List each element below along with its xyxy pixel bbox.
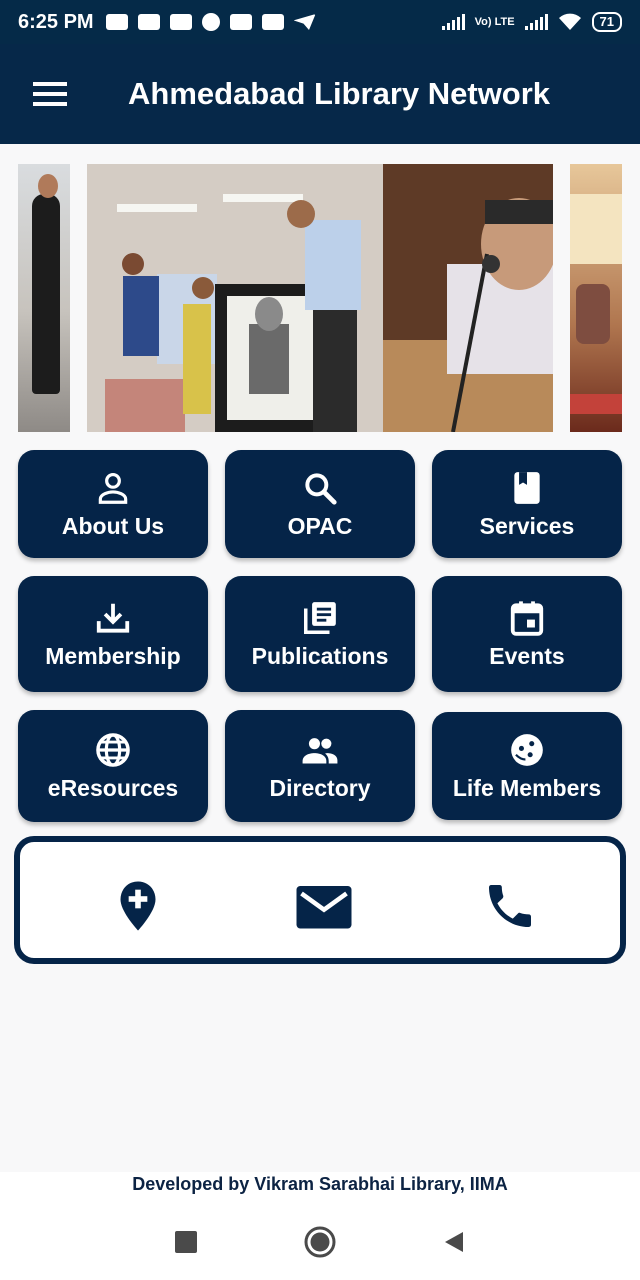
recents-button[interactable] (166, 1222, 206, 1262)
youtube-icon (229, 14, 252, 30)
tile-label: Publications (251, 642, 389, 669)
menu-button[interactable] (18, 62, 82, 126)
image-carousel[interactable] (0, 164, 640, 432)
library-books-icon (304, 601, 336, 634)
book-icon (514, 471, 540, 504)
tile-events[interactable]: Events (432, 576, 622, 692)
gmail-icon (261, 14, 284, 30)
tile-publications[interactable]: Publications (225, 576, 415, 692)
footer-credit: Developed by Vikram Sarabhai Library, II… (132, 1174, 508, 1194)
system-status: Vo) LTE 71 (441, 12, 622, 32)
tile-label: Events (489, 642, 565, 669)
tile-label: About Us (61, 512, 165, 539)
hamburger-icon (33, 82, 67, 106)
face-icon (511, 733, 543, 766)
telegram-icon (293, 14, 316, 30)
download-icon (96, 603, 130, 633)
status-bar: 6:25 PM Vo) LTE 71 (0, 0, 640, 44)
contact-panel (14, 836, 626, 964)
location-button[interactable] (110, 878, 166, 934)
carousel-slide-current[interactable] (87, 164, 553, 432)
carousel-slide-previous[interactable] (18, 164, 70, 432)
person-icon (98, 472, 128, 504)
tile-directory[interactable]: Directory (225, 710, 415, 822)
tile-membership[interactable]: Membership (18, 576, 208, 692)
tile-services[interactable]: Services (432, 450, 622, 558)
people-icon (302, 737, 338, 763)
square-icon (175, 1231, 197, 1253)
app-bar: Ahmedabad Library Network (0, 44, 640, 144)
circle-icon (304, 1226, 336, 1258)
email-icon (296, 886, 352, 929)
wifi-icon (558, 13, 581, 30)
add-location-icon (120, 881, 156, 931)
tile-eresources[interactable]: eResources (18, 710, 208, 822)
volte-indicator: Vo) LTE (474, 16, 515, 28)
tile-label: OPAC (287, 512, 353, 539)
globe-icon (96, 732, 130, 767)
tile-label: Services (479, 512, 575, 539)
notification-icons (105, 13, 316, 31)
status-time: 6:25 PM (18, 10, 94, 33)
tile-label: eResources (47, 774, 179, 801)
event-photo (87, 164, 553, 432)
phone-button[interactable] (482, 878, 538, 934)
signal-icon (524, 14, 548, 30)
tile-about-us[interactable]: About Us (18, 450, 208, 558)
search-icon (305, 472, 337, 505)
signal-icon (441, 14, 465, 30)
app-title: Ahmedabad Library Network (128, 76, 551, 111)
youtube-icon (105, 14, 128, 30)
calendar-icon (510, 600, 544, 636)
tile-label: Directory (269, 774, 371, 801)
back-button[interactable] (434, 1222, 474, 1262)
email-button[interactable] (294, 878, 354, 934)
tile-label: Membership (45, 642, 181, 669)
tile-label: Life Members (452, 774, 602, 801)
carousel-slide-next[interactable] (570, 164, 622, 432)
phone-icon (489, 885, 531, 927)
battery-indicator: 71 (591, 12, 622, 32)
home-button[interactable] (300, 1222, 340, 1262)
system-nav-bar (0, 1204, 640, 1280)
tile-life-members[interactable]: Life Members (432, 712, 622, 820)
youtube-icon (169, 14, 192, 30)
youtube-icon (137, 14, 160, 30)
whatsapp-icon (201, 13, 220, 31)
triangle-back-icon (445, 1232, 463, 1252)
tile-opac[interactable]: OPAC (225, 450, 415, 558)
